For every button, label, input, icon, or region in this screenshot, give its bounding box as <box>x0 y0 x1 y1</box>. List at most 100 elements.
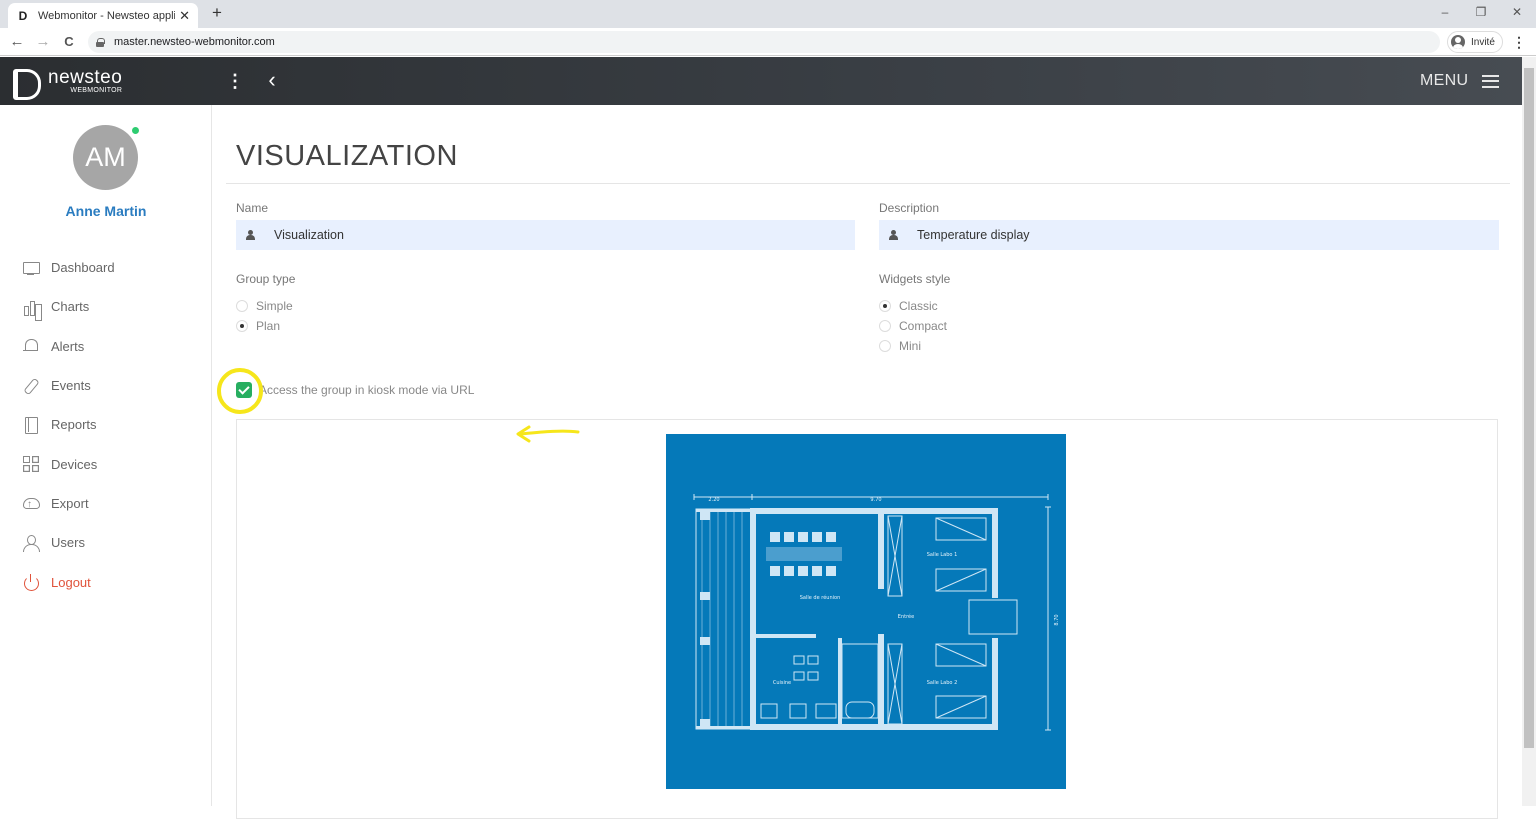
widgets-style-classic-radio[interactable]: Classic <box>879 298 938 314</box>
address-bar[interactable]: master.newsteo-webmonitor.com <box>88 31 1440 53</box>
page-title: VISUALIZATION <box>236 140 458 172</box>
sidebar-item-users[interactable]: Users <box>22 523 202 562</box>
floor-plan-image: 2.20 9.70 8.70 Salle Labo 1 Salle de réu… <box>666 434 1066 789</box>
avatar[interactable]: AM <box>73 125 138 190</box>
sidebar-item-devices[interactable]: Devices <box>22 444 202 483</box>
page-scrollbar[interactable] <box>1522 57 1536 806</box>
logo-mark-icon <box>10 66 41 100</box>
widgets-style-compact-radio[interactable]: Compact <box>879 318 947 334</box>
name-label: Name <box>236 201 269 215</box>
radio-label: Compact <box>899 319 948 333</box>
browser-menu-icon[interactable]: ⋮ <box>1512 31 1526 53</box>
radio-label: Plan <box>256 319 281 333</box>
yellow-circle-annotation <box>217 368 263 414</box>
sidebar-item-label: Charts <box>51 299 90 315</box>
name-field[interactable]: Visualization <box>236 220 855 250</box>
kiosk-mode-checkbox[interactable]: Access the group in kiosk mode via URL <box>236 381 474 399</box>
new-tab-button[interactable]: + <box>207 3 227 23</box>
group-type-label: Group type <box>236 272 296 286</box>
room-label-labo-2: Salle Labo 2 <box>927 680 958 686</box>
radio-unchecked-icon <box>236 300 248 312</box>
cloud-upload-icon <box>22 494 40 512</box>
user-name[interactable]: Anne Martin <box>0 203 212 219</box>
report-icon <box>22 416 40 434</box>
app-header: newsteo WEBMONITOR ⋮ ‹ MENU <box>0 57 1522 105</box>
online-status-dot <box>131 126 140 135</box>
sidebar-item-label: Reports <box>51 417 97 433</box>
kiosk-label: Access the group in kiosk mode via URL <box>259 383 475 397</box>
widgets-style-label: Widgets style <box>879 272 951 286</box>
sidebar-item-label: Alerts <box>51 338 85 354</box>
menu-label: MENU <box>1420 72 1469 89</box>
radio-checked-icon <box>879 300 891 312</box>
user-icon <box>236 220 274 250</box>
room-label-entrance: Entrée <box>898 613 914 620</box>
sidebar-item-logout[interactable]: Logout <box>22 562 202 601</box>
sidebar-item-reports[interactable]: Reports <box>22 405 202 444</box>
collapse-sidebar-chevron-icon[interactable]: ‹ <box>262 69 282 93</box>
radio-label: Mini <box>899 339 922 353</box>
options-dots-icon[interactable]: ⋮ <box>226 69 244 93</box>
sidebar-item-charts[interactable]: Charts <box>22 287 202 326</box>
radio-label: Classic <box>899 299 938 313</box>
profile-avatar-icon <box>1451 35 1465 49</box>
monitor-icon <box>22 259 40 277</box>
sidebar-item-label: Export <box>51 495 89 511</box>
power-icon <box>22 573 40 592</box>
favicon-icon: D <box>18 8 28 23</box>
profile-label: Invité <box>1471 36 1495 48</box>
back-arrow-icon[interactable]: ← <box>6 31 28 53</box>
minimize-button[interactable]: – <box>1430 2 1460 22</box>
dimension-label-top-right: 9.70 <box>870 497 881 503</box>
restore-button[interactable]: ❐ <box>1466 2 1496 22</box>
room-label-meeting: Salle de réunion <box>800 594 841 601</box>
radio-unchecked-icon <box>879 340 891 352</box>
sidebar-item-label: Dashboard <box>51 260 115 276</box>
group-type-simple-radio[interactable]: Simple <box>236 298 293 314</box>
main-content: VISUALIZATION Name Visualization Descrip… <box>212 105 1522 819</box>
close-window-button[interactable]: ✕ <box>1502 2 1532 22</box>
grid-icon <box>22 455 40 473</box>
radio-checked-icon <box>236 320 248 332</box>
description-value: Temperature display <box>917 228 1030 242</box>
room-label-labo-1: Salle Labo 1 <box>927 552 958 558</box>
radio-label: Simple <box>256 299 293 313</box>
sidebar-item-label: Logout <box>51 574 91 590</box>
sidebar-nav: Dashboard Charts Alerts Events Reports D… <box>22 248 202 602</box>
group-type-plan-radio[interactable]: Plan <box>236 318 280 334</box>
profile-button[interactable]: Invité <box>1447 31 1503 53</box>
lock-icon <box>96 37 105 47</box>
description-label: Description <box>879 201 940 215</box>
user-icon <box>22 534 40 552</box>
tab-title: Webmonitor - Newsteo applicati <box>38 9 175 22</box>
sidebar-item-export[interactable]: Export <box>22 484 202 523</box>
logo-subtitle: WEBMONITOR <box>70 87 123 94</box>
newsteo-logo[interactable]: newsteo WEBMONITOR <box>10 65 140 100</box>
close-tab-icon[interactable]: ✕ <box>179 8 190 24</box>
room-label-kitchen: Cuisine <box>773 680 791 686</box>
floor-plan-drawing: 2.20 9.70 8.70 Salle Labo 1 Salle de réu… <box>693 494 1060 731</box>
scrollbar-thumb[interactable] <box>1524 68 1534 748</box>
forward-arrow-icon[interactable]: → <box>32 31 54 53</box>
browser-tab-strip: D Webmonitor - Newsteo applicati ✕ + – ❐… <box>0 0 1536 28</box>
browser-tab[interactable]: D Webmonitor - Newsteo applicati ✕ <box>8 3 198 28</box>
title-divider <box>226 183 1510 184</box>
name-value: Visualization <box>274 228 344 242</box>
sidebar: AM Anne Martin Dashboard Charts Alerts E… <box>0 105 212 806</box>
radio-unchecked-icon <box>879 320 891 332</box>
menu-button[interactable]: MENU <box>1420 69 1500 93</box>
paperclip-icon <box>22 377 40 395</box>
widgets-style-mini-radio[interactable]: Mini <box>879 338 921 354</box>
sidebar-item-events[interactable]: Events <box>22 366 202 405</box>
hamburger-icon <box>1482 74 1500 88</box>
description-field[interactable]: Temperature display <box>879 220 1499 250</box>
sidebar-item-dashboard[interactable]: Dashboard <box>22 248 202 287</box>
url-text: master.newsteo-webmonitor.com <box>114 36 275 48</box>
dimension-label-top-left: 2.20 <box>708 497 719 503</box>
browser-toolbar: ← → C master.newsteo-webmonitor.com Invi… <box>0 28 1536 56</box>
reload-icon[interactable]: C <box>58 31 80 53</box>
sidebar-item-label: Users <box>51 535 85 551</box>
logo-wordmark: newsteo WEBMONITOR <box>48 68 122 94</box>
bar-chart-icon <box>22 298 40 316</box>
sidebar-item-alerts[interactable]: Alerts <box>22 327 202 366</box>
